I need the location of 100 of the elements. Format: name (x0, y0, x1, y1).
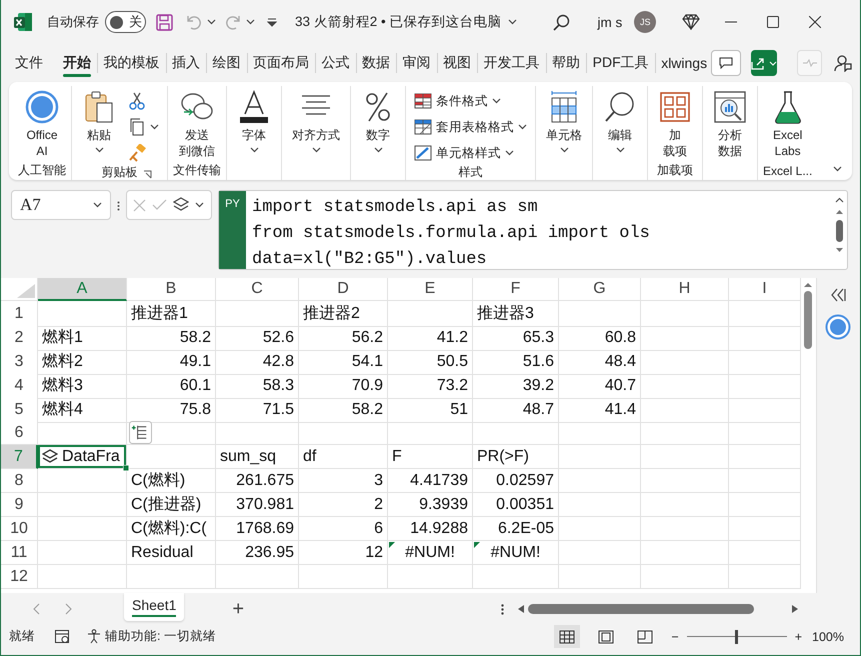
ribbon-button[interactable]: 加 载项 (653, 86, 697, 161)
sheet-cell[interactable]: df (299, 445, 387, 468)
row-header[interactable]: 8 (1, 469, 38, 493)
slider-thumb[interactable] (735, 630, 738, 644)
normal-view-button[interactable] (554, 625, 580, 648)
menu-tab[interactable]: 开发工具 (480, 48, 544, 78)
sheet-cell[interactable]: 6 (299, 517, 387, 540)
sheet-cell[interactable]: 2 (299, 493, 387, 516)
autosave-toggle[interactable]: 关 (105, 11, 146, 33)
sheet-tab[interactable]: Sheet1 (124, 593, 184, 621)
ai-icon[interactable] (825, 314, 852, 340)
sheet-cell[interactable]: 推进器3 (473, 301, 558, 326)
sheet-cell[interactable]: 燃料2 (38, 349, 126, 374)
column-header[interactable]: I (729, 278, 801, 301)
sheet-cell[interactable]: 48.7 (473, 397, 558, 422)
ribbon-button[interactable]: 粘贴 (77, 86, 121, 155)
ribbon-button[interactable]: 数字 (356, 86, 400, 155)
fill-handle[interactable] (123, 465, 129, 471)
sheet-cell[interactable]: 40.7 (559, 373, 640, 398)
sheet-cell[interactable]: 370.981 (216, 493, 298, 516)
sheet-cell[interactable] (127, 445, 216, 469)
sheet-cell[interactable] (641, 421, 729, 445)
row-header[interactable]: 3 (1, 349, 38, 375)
sheet-cell[interactable] (559, 421, 641, 445)
sheet-cell[interactable]: 70.9 (299, 373, 387, 398)
sheet-cell[interactable]: 燃料4 (38, 397, 126, 422)
sheet-cell[interactable] (473, 421, 559, 445)
sheet-cell[interactable]: C(燃料):C( (127, 517, 215, 540)
row-header[interactable]: 5 (1, 397, 38, 423)
sheet-cell[interactable] (641, 445, 729, 469)
menu-tab[interactable]: 帮助 (548, 48, 584, 78)
sheet-cell[interactable]: 推进器2 (299, 301, 387, 326)
sheet-cell[interactable]: 1768.69 (216, 517, 298, 540)
sheet-cell[interactable] (388, 301, 473, 327)
zoom-in-button[interactable]: + (794, 630, 802, 644)
user-avatar[interactable]: JS (634, 11, 656, 33)
search-icon[interactable] (552, 14, 570, 30)
sheet-cell[interactable] (216, 565, 299, 589)
sheet-cell[interactable] (127, 565, 216, 589)
ribbon-button[interactable]: Office AI (20, 86, 64, 161)
menu-tab[interactable]: xlwings (657, 49, 712, 77)
activity-button[interactable] (797, 50, 822, 76)
ribbon-button[interactable]: 字体 (232, 86, 276, 155)
close-icon[interactable] (809, 16, 822, 28)
python-object-icon[interactable] (173, 197, 189, 213)
formula-editor[interactable]: PY import statsmodels.api as sm from statsmodels.formula.api import ols data=xl("B2:G5").values (218, 190, 848, 270)
sheet-cell[interactable]: 56.2 (299, 325, 387, 350)
row-header[interactable]: 10 (1, 517, 38, 541)
python-object-icon[interactable] (42, 448, 58, 464)
sheet-cell[interactable]: 48.4 (559, 349, 640, 374)
menu-tab[interactable]: 视图 (439, 48, 476, 78)
sheet-cell[interactable] (641, 373, 729, 399)
scroll-left-icon[interactable] (518, 605, 524, 613)
menu-tab[interactable]: 文件 (11, 48, 47, 78)
sheet-cell[interactable]: 3 (299, 469, 387, 492)
sheet-cell[interactable] (559, 541, 641, 565)
sheet-cell[interactable] (641, 397, 729, 423)
menu-tab[interactable]: 绘图 (208, 48, 245, 78)
scroll-up-icon[interactable] (804, 282, 812, 287)
maximize-icon[interactable] (767, 16, 780, 28)
sheet-cell[interactable] (641, 349, 729, 375)
column-header[interactable]: G (559, 278, 641, 301)
sheet-cell[interactable]: F (388, 445, 472, 468)
scroll-down-icon[interactable] (836, 248, 842, 253)
more-options-icon[interactable] (501, 604, 504, 614)
ribbon-button[interactable]: 发送 到微信 (174, 86, 220, 161)
row-header[interactable]: 11 (1, 541, 38, 565)
sheet-cell[interactable] (38, 301, 127, 327)
sheet-cell[interactable] (299, 565, 388, 589)
previous-sheet-icon[interactable] (33, 603, 40, 615)
ribbon-button[interactable]: 套用表格格式 (411, 116, 530, 138)
ribbon-button[interactable]: 对齐方式 (287, 86, 345, 155)
scrollbar-thumb[interactable] (804, 291, 812, 349)
ribbon-button[interactable]: 条件格式 (411, 90, 530, 112)
column-header[interactable]: A (38, 278, 127, 301)
sheet-cell[interactable]: 60.1 (127, 373, 215, 398)
save-icon[interactable] (156, 14, 173, 30)
sheet-cell[interactable] (641, 493, 729, 517)
sheet-cell[interactable] (38, 421, 127, 445)
sheet-cell[interactable] (473, 565, 559, 589)
quick-analysis-icon[interactable] (129, 421, 152, 444)
sheet-cell[interactable] (216, 301, 299, 327)
ribbon-button[interactable]: 单元格样式 (411, 142, 530, 164)
sheet-cell[interactable]: 58.2 (299, 397, 387, 422)
sheet-cell[interactable] (559, 469, 641, 493)
menu-tab[interactable]: 插入 (168, 48, 204, 78)
sheet-cell[interactable] (559, 517, 641, 541)
sheet-cell[interactable] (641, 541, 729, 565)
zoom-level[interactable]: 100% (812, 630, 844, 644)
sheet-cell[interactable]: 51 (388, 397, 472, 422)
redo-icon[interactable] (224, 14, 242, 30)
row-header[interactable]: 9 (1, 493, 38, 517)
share-button[interactable] (751, 50, 778, 76)
row-header[interactable]: 4 (1, 373, 38, 399)
sheet-cell[interactable] (38, 541, 127, 565)
diamond-icon[interactable] (682, 14, 700, 30)
cancel-icon[interactable] (133, 198, 146, 212)
collapse-pane-icon[interactable] (830, 288, 846, 302)
sheet-cell[interactable] (388, 421, 473, 445)
sheet-cell[interactable]: 9.3939 (388, 493, 472, 516)
